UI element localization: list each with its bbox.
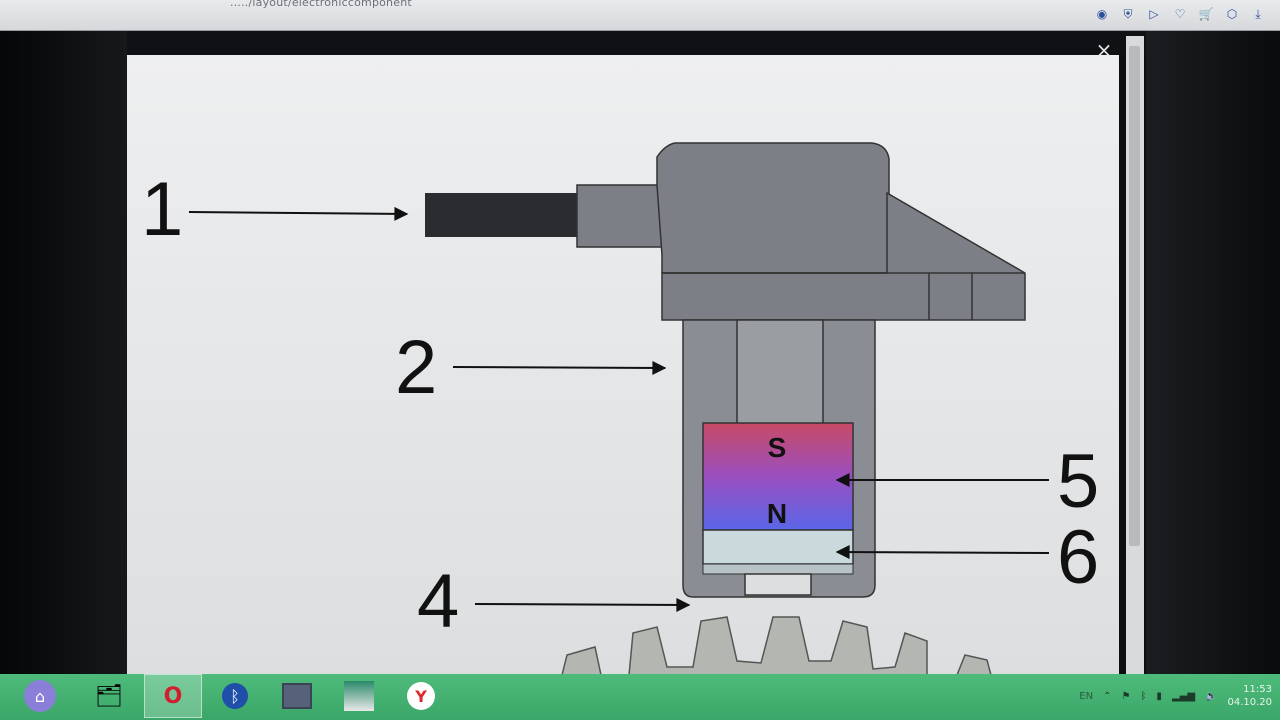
cart-icon[interactable]: 🛒 xyxy=(1196,5,1216,23)
magnet-south-label: S xyxy=(768,432,787,463)
cube-icon[interactable]: ⬡ xyxy=(1222,5,1242,23)
system-tray: EN ⌃ ⚑ ᛒ ▮ ▂▄▆ 🔈 11:53 04.10.20 xyxy=(1079,674,1280,718)
battery-icon[interactable]: ▮ xyxy=(1156,691,1162,702)
sensor-diagram: S N 1 2 4 5 6 xyxy=(141,142,1099,675)
start-button[interactable]: ⌂ xyxy=(24,680,56,712)
magnet-north-label: N xyxy=(767,498,787,529)
label-5: 5 xyxy=(1057,439,1099,524)
flag-icon[interactable]: ⚑ xyxy=(1121,691,1130,702)
language-indicator[interactable]: EN xyxy=(1079,691,1093,702)
shield-icon[interactable]: ⛨ xyxy=(1118,5,1138,23)
label-1: 1 xyxy=(141,167,183,252)
signal-icon[interactable]: ▂▄▆ xyxy=(1172,691,1195,702)
sensor-base xyxy=(702,563,854,575)
bluetooth-icon[interactable]: ᛒ xyxy=(206,674,264,718)
play-icon[interactable]: ▷ xyxy=(1144,5,1164,23)
browser-toolbar: ...../layout/electroniccomponent ◉ ⛨ ▷ ♡… xyxy=(0,0,1280,31)
opera-icon[interactable]: O xyxy=(144,674,202,718)
clock-date: 04.10.20 xyxy=(1227,697,1272,708)
toolbar-icons: ◉ ⛨ ▷ ♡ 🛒 ⬡ ⤓ xyxy=(1092,5,1268,23)
arrow-6 xyxy=(835,545,1050,560)
files-icon[interactable]: 🗂 xyxy=(80,674,138,718)
housing-top xyxy=(656,142,890,274)
yandex-icon[interactable]: Y xyxy=(392,674,450,718)
label-4: 4 xyxy=(417,559,459,644)
page-background-left xyxy=(0,31,127,674)
bluetooth-tray-icon[interactable]: ᛒ xyxy=(1140,691,1146,702)
modal-header xyxy=(127,31,1146,55)
body-slot xyxy=(736,319,824,427)
body-bottom-notch xyxy=(744,573,812,596)
scrollbar-thumb[interactable] xyxy=(1129,46,1140,546)
gear-wheel xyxy=(561,616,992,675)
clock[interactable]: 11:53 04.10.20 xyxy=(1227,683,1272,709)
camera-icon[interactable]: ◉ xyxy=(1092,5,1112,23)
cable xyxy=(425,193,583,237)
label-6: 6 xyxy=(1057,515,1099,600)
arrow-4 xyxy=(474,597,691,612)
arrow-2 xyxy=(452,360,667,375)
connector xyxy=(576,184,668,248)
volume-icon[interactable]: 🔈 xyxy=(1205,691,1217,702)
download-icon[interactable]: ⤓ xyxy=(1248,5,1268,23)
app-icon[interactable] xyxy=(330,674,388,718)
taskbar: ⌂ 🗂 O ᛒ Y EN ⌃ ⚑ ᛒ ▮ ▂▄▆ 🔈 11:53 04.10.2… xyxy=(0,674,1280,720)
arrow-1 xyxy=(188,206,409,221)
address-bar-url[interactable]: ...../layout/electroniccomponent xyxy=(230,0,412,9)
heart-icon[interactable]: ♡ xyxy=(1170,5,1190,23)
scrollbar[interactable] xyxy=(1126,36,1144,674)
close-icon[interactable]: × xyxy=(1094,40,1114,60)
hall-sensor xyxy=(702,529,854,565)
clock-time: 11:53 xyxy=(1243,684,1272,695)
image-lightbox: S N 1 2 4 5 6 xyxy=(127,55,1119,675)
page-background-right xyxy=(1146,31,1280,674)
tray-expand-icon[interactable]: ⌃ xyxy=(1103,691,1111,702)
label-2: 2 xyxy=(395,325,437,410)
window-icon[interactable] xyxy=(268,674,326,718)
